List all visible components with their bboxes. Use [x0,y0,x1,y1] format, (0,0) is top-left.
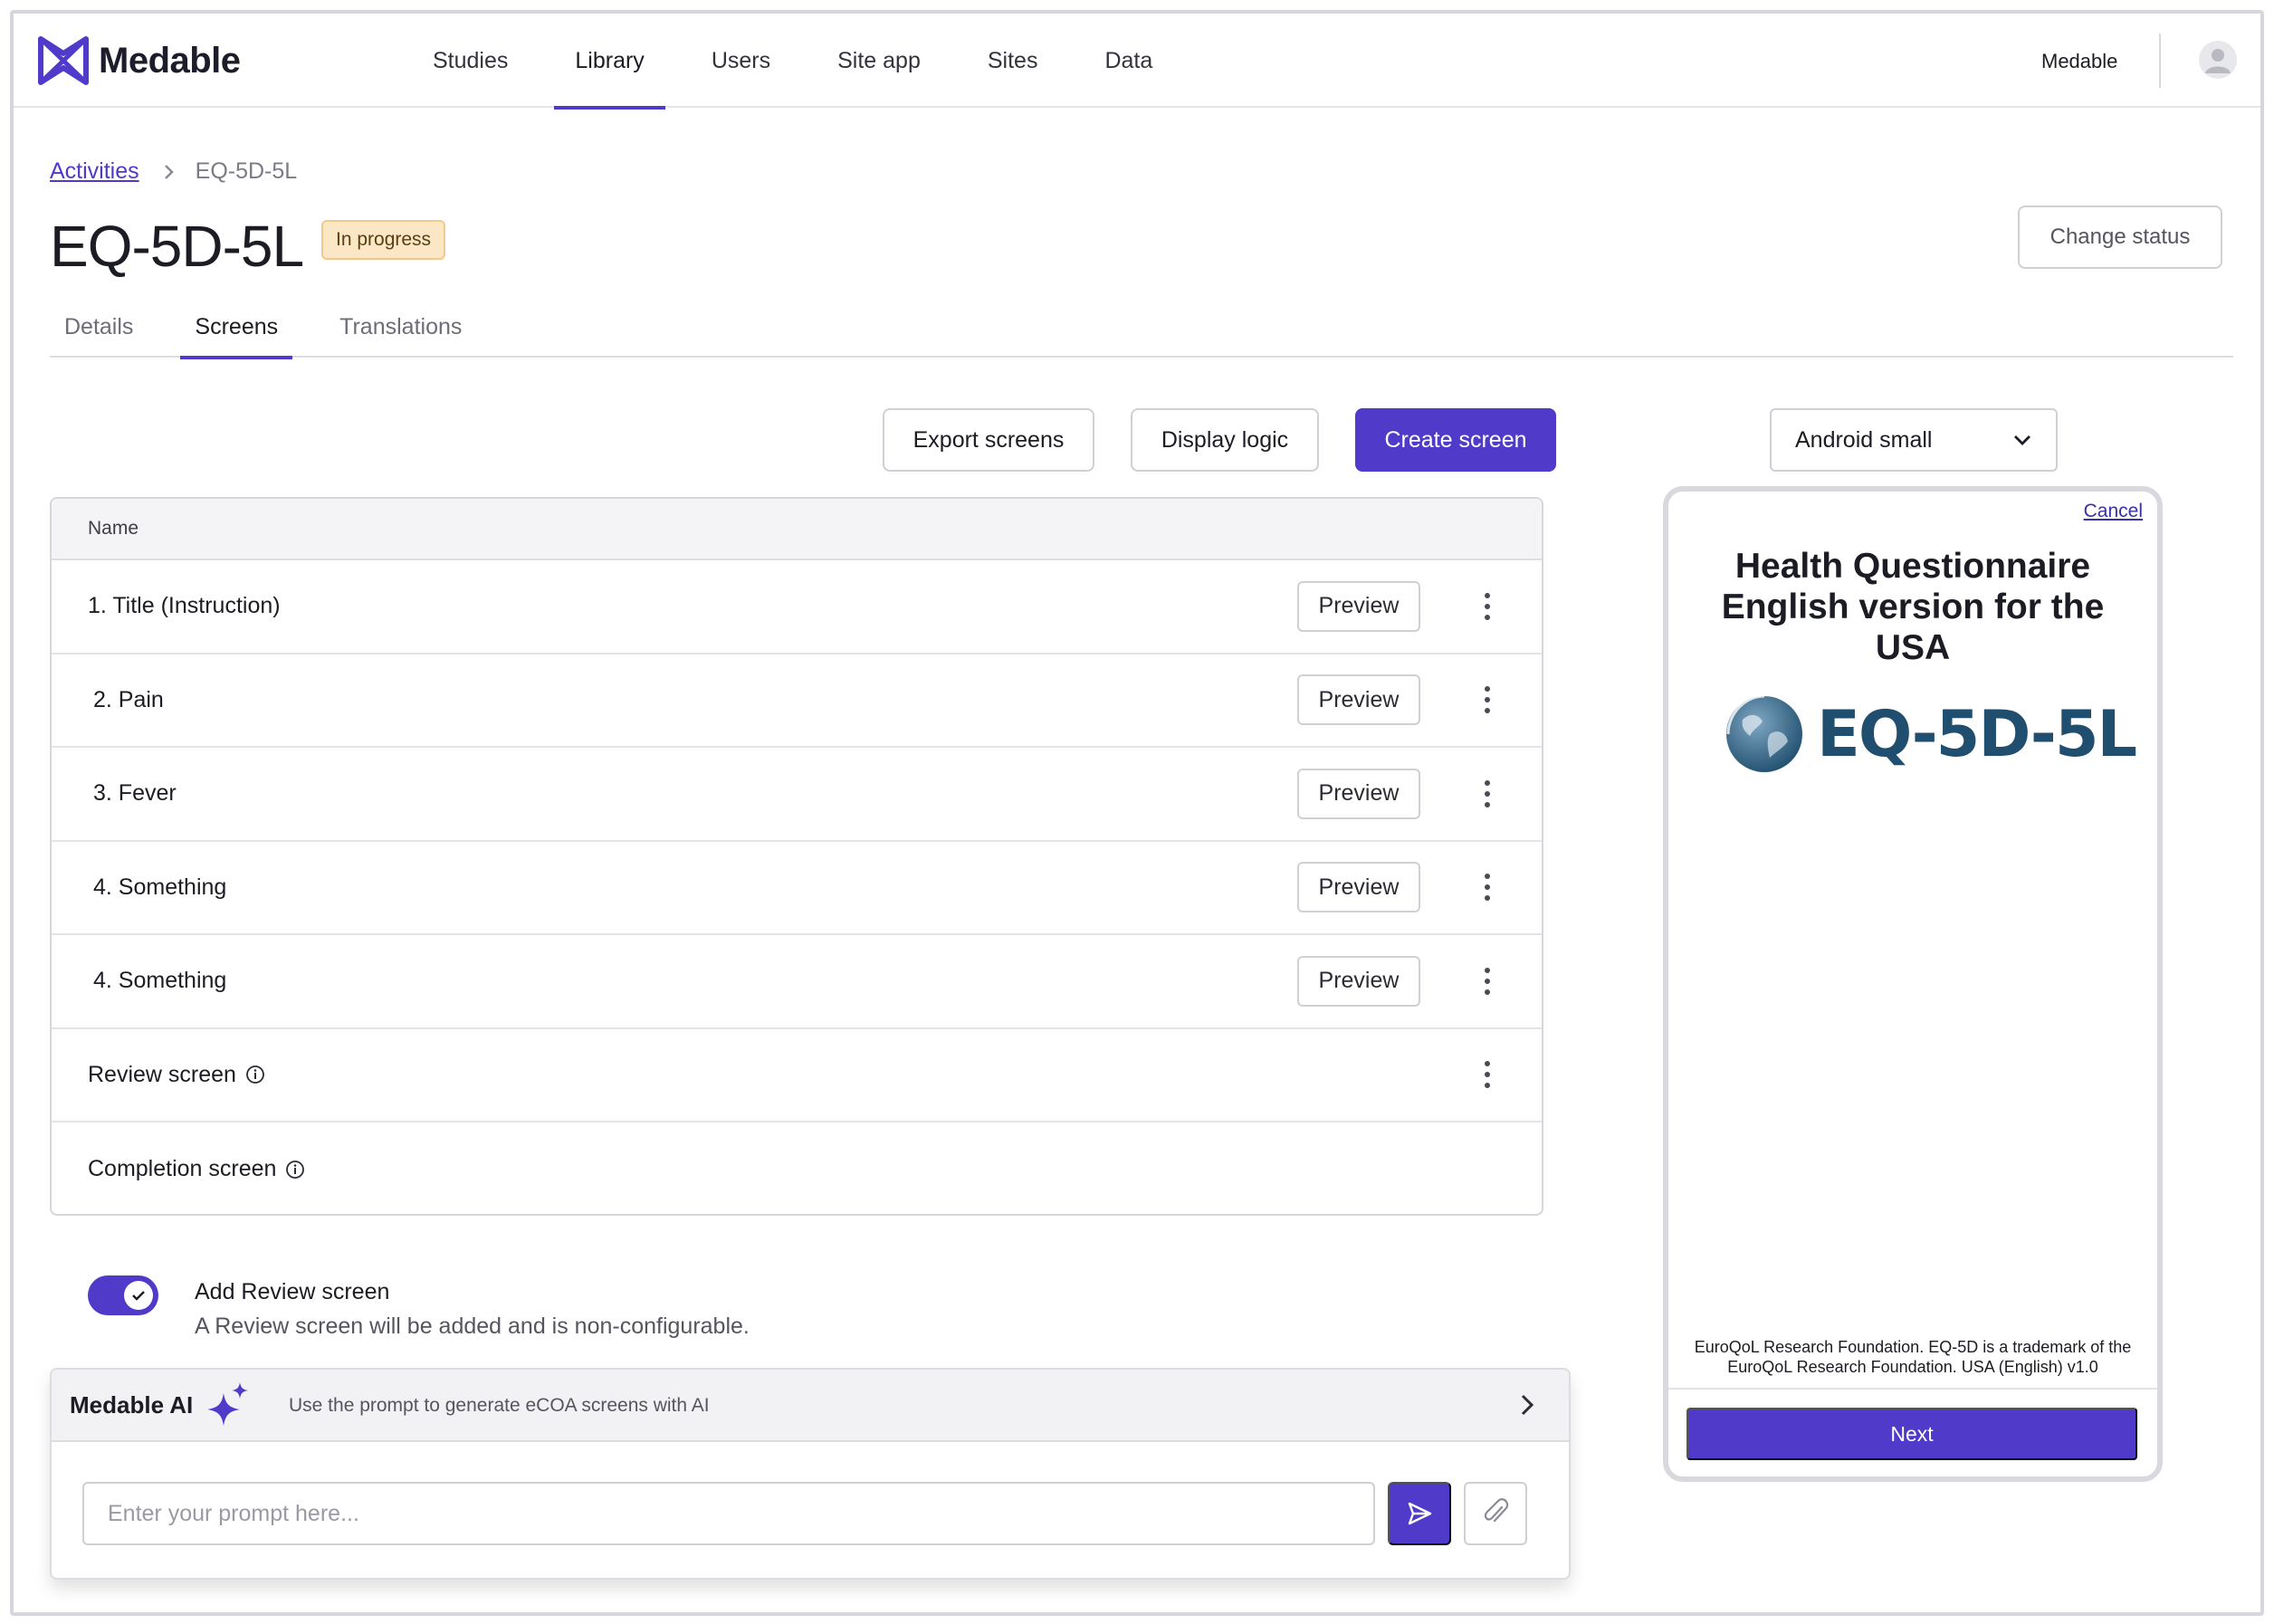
ai-prompt-input[interactable] [82,1482,1375,1545]
medable-logo[interactable]: Medable [37,35,241,86]
change-status-button[interactable]: Change status [2018,205,2222,269]
nav-divider [2159,33,2161,88]
main-nav: Studies Library Users Site app Sites Dat… [412,14,1199,110]
send-button[interactable] [1388,1482,1451,1545]
chevron-right-icon [163,163,176,181]
nav-users[interactable]: Users [691,14,791,108]
review-toggle-label: Add Review screen [195,1279,390,1304]
info-icon[interactable] [245,1065,265,1084]
attach-button[interactable] [1464,1482,1527,1545]
table-row: 4. Something Preview [52,842,1542,935]
preview-divider [1668,1388,2157,1390]
breadcrumb: Activities EQ-5D-5L [50,158,297,185]
activity-tabs: Details Screens Translations [50,296,2233,359]
brand-name: Medable [99,40,241,81]
ai-title: Medable AI [70,1391,194,1419]
breadcrumb-current: EQ-5D-5L [195,158,298,184]
paperclip-icon [1484,1498,1509,1523]
toggle-knob [124,1281,153,1310]
medable-logo-icon [38,36,89,85]
table-row: 2. Pain Preview [52,654,1542,748]
create-screen-button[interactable]: Create screen [1355,408,1556,472]
table-row: Completion screen [52,1122,1542,1214]
breadcrumb-activities-link[interactable]: Activities [50,158,139,185]
screen-name: Review screen [88,1061,236,1087]
check-icon [132,1291,145,1301]
page-title: EQ-5D-5L [50,214,304,279]
user-icon [2205,49,2231,73]
nav-library[interactable]: Library [554,14,666,110]
status-badge: In progress [321,220,446,260]
preview-title: Health Questionnaire English version for… [1721,547,2105,667]
ai-subtitle: Use the prompt to generate eCOA screens … [289,1395,710,1416]
info-icon[interactable] [285,1160,305,1180]
chevron-down-icon [2014,435,2030,445]
screen-name: Completion screen [88,1156,277,1182]
device-preview: Cancel Health Questionnaire English vers… [1663,486,2163,1482]
more-options-icon[interactable] [1476,961,1498,1001]
table-row: 1. Title (Instruction) Preview [52,560,1542,654]
nav-studies[interactable]: Studies [412,14,529,108]
review-screen-row-label: Review screen [88,1062,265,1088]
tab-translations[interactable]: Translations [325,296,476,358]
review-toggle-description: A Review screen will be added and is non… [195,1314,750,1339]
chevron-right-icon[interactable] [1518,1391,1536,1423]
screen-name[interactable]: 1. Title (Instruction) [88,593,281,619]
device-select-value: Android small [1795,426,1933,453]
preview-button[interactable]: Preview [1297,862,1420,913]
tab-details[interactable]: Details [50,296,148,358]
tab-screens[interactable]: Screens [180,296,292,359]
export-screens-button[interactable]: Export screens [883,408,1094,472]
screen-name[interactable]: 2. Pain [93,687,164,713]
more-options-icon[interactable] [1476,587,1498,626]
send-icon [1408,1502,1432,1525]
preview-logo-text: EQ-5D-5L [1817,697,2137,771]
preview-footer: EuroQoL Research Foundation. EQ-5D is a … [1694,1338,2132,1376]
table-row: 3. Fever Preview [52,748,1542,842]
table-header-name: Name [52,499,1542,560]
screens-table: Name 1. Title (Instruction) Preview 2. P… [50,497,1543,1216]
preview-next-button[interactable]: Next [1686,1408,2137,1460]
screen-name[interactable]: 4. Something [93,874,226,901]
display-logic-button[interactable]: Display logic [1131,408,1319,472]
more-options-icon[interactable] [1476,867,1498,907]
table-row: Review screen [52,1029,1542,1122]
app-window: Medable Studies Library Users Site app S… [10,10,2264,1616]
completion-screen-row-label: Completion screen [88,1156,305,1182]
review-screen-toggle[interactable] [88,1275,158,1315]
top-navigation: Medable Studies Library Users Site app S… [14,14,2260,110]
org-switcher[interactable]: Medable [2041,50,2117,73]
user-avatar[interactable] [2199,41,2237,79]
screen-name[interactable]: 4. Something [93,968,226,994]
more-options-icon[interactable] [1476,680,1498,720]
preview-button[interactable]: Preview [1297,580,1420,632]
device-select[interactable]: Android small [1770,408,2058,472]
preview-button[interactable]: Preview [1297,674,1420,726]
globe-icon [1726,694,1802,772]
nav-sites[interactable]: Sites [967,14,1059,108]
eq5d-logo: EQ-5D-5L [1723,693,2137,776]
preview-button[interactable]: Preview [1297,768,1420,819]
medable-ai-panel: Medable AI Use the prompt to generate eC… [50,1368,1571,1580]
screen-name[interactable]: 3. Fever [93,780,177,807]
more-options-icon[interactable] [1476,1055,1498,1094]
preview-cancel-link[interactable]: Cancel [2084,501,2143,522]
nav-site-app[interactable]: Site app [817,14,941,108]
sparkle-icon [205,1380,251,1432]
table-row: 4. Something Preview [52,935,1542,1029]
nav-data[interactable]: Data [1084,14,1173,108]
more-options-icon[interactable] [1476,774,1498,814]
preview-button[interactable]: Preview [1297,955,1420,1007]
ai-panel-header[interactable]: Medable AI Use the prompt to generate eC… [52,1370,1569,1442]
